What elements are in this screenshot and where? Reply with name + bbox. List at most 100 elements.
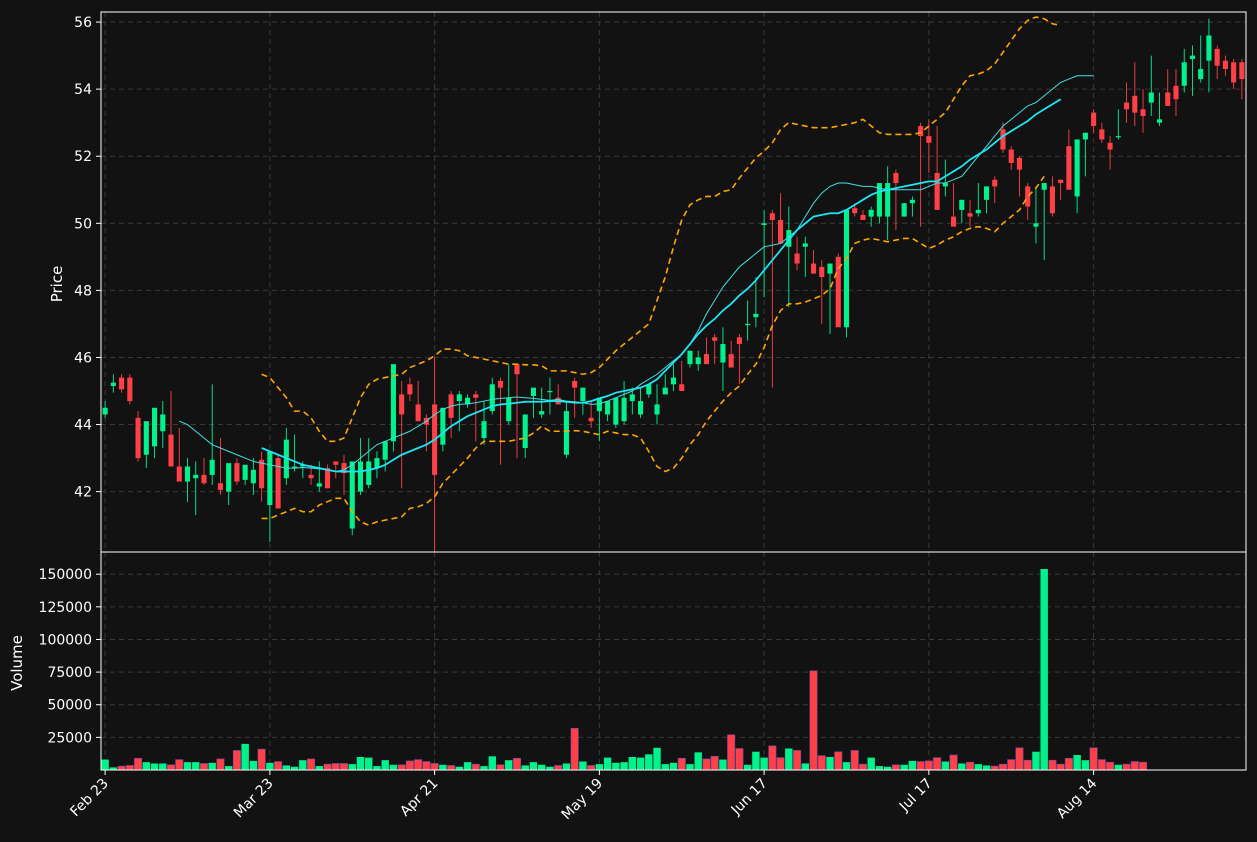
volume-tick-label: 125000 — [39, 600, 92, 616]
candle-body — [901, 203, 907, 217]
candle-body — [1222, 60, 1228, 70]
candle-body — [621, 397, 627, 422]
candle-body — [778, 219, 784, 244]
candle-body — [1074, 139, 1080, 197]
volume-bar — [150, 763, 159, 770]
candle-body — [333, 461, 339, 465]
candle-body — [572, 380, 578, 388]
candle-body — [160, 414, 166, 432]
candle-body — [308, 474, 314, 479]
candle-body — [885, 183, 891, 217]
volume-bar — [958, 763, 966, 770]
volume-bar — [990, 765, 999, 771]
candle-body — [687, 350, 693, 365]
candle-body — [407, 384, 413, 395]
candle-body — [176, 466, 182, 482]
candle-body — [736, 337, 742, 345]
candle-body — [267, 451, 273, 506]
candle-body — [1016, 157, 1023, 170]
volume-bar — [447, 765, 456, 771]
volume-bar — [1130, 761, 1139, 771]
candle-body — [110, 382, 116, 386]
volume-bar — [974, 764, 982, 770]
price-tick-label: 54 — [74, 82, 92, 98]
volume-bar — [232, 750, 241, 771]
volume-bar — [1081, 760, 1090, 770]
candle-body — [918, 126, 924, 137]
volume-bar — [735, 748, 744, 771]
volume-bar — [653, 747, 661, 770]
candle-body — [168, 434, 174, 467]
volume-bar — [661, 764, 669, 770]
candle-body — [242, 464, 248, 480]
candle-body — [753, 313, 759, 318]
candle-body — [415, 404, 421, 422]
volume-bar — [686, 764, 694, 770]
volume-bar — [785, 748, 793, 770]
candle-body — [440, 407, 446, 445]
volume-bar — [192, 762, 200, 770]
volume-bar — [266, 762, 274, 770]
volume-bar — [159, 763, 167, 770]
candle-body — [843, 209, 850, 328]
candle-body — [530, 387, 537, 397]
volume-bar — [562, 763, 571, 770]
volume-bar — [916, 761, 925, 771]
candle-body — [992, 179, 998, 187]
volume-bar — [422, 761, 431, 771]
volume-bar — [471, 763, 480, 771]
volume-bar — [694, 752, 702, 770]
candle-body — [695, 357, 701, 365]
volume-bar — [628, 756, 637, 770]
candle-body — [819, 266, 825, 277]
candle-body — [975, 209, 981, 214]
candle-body — [1140, 109, 1146, 116]
candle-body — [184, 466, 191, 482]
candle-body — [679, 384, 685, 392]
volume-bar — [867, 757, 875, 770]
volume-bar — [933, 757, 942, 771]
volume-bar — [793, 750, 802, 771]
candle-body — [316, 483, 322, 487]
volume-bar — [339, 763, 349, 771]
candle-body — [934, 172, 940, 210]
candle-body — [670, 377, 677, 385]
volume-bar — [719, 759, 727, 770]
volume-bar — [1097, 759, 1106, 771]
candle-body — [1082, 132, 1088, 140]
volume-bar — [1139, 761, 1148, 771]
candle-body — [810, 263, 817, 274]
candle-body — [127, 377, 133, 402]
volume-bar — [1015, 747, 1024, 771]
candle-body — [967, 213, 973, 217]
candle-body — [1049, 186, 1055, 214]
volume-bar — [743, 764, 752, 770]
candle-body — [1107, 142, 1113, 150]
volume-bar — [1114, 764, 1123, 770]
volume-tick-label: 75000 — [47, 665, 92, 681]
volume-bar — [1106, 761, 1115, 771]
volume-bar — [389, 764, 398, 770]
price-tick-label: 48 — [74, 283, 92, 299]
candle-body — [959, 199, 965, 210]
candle-body — [399, 394, 405, 415]
candle-body — [588, 417, 594, 422]
volume-bar — [595, 764, 604, 770]
volume-bar — [101, 759, 109, 770]
price-tick-label: 44 — [74, 418, 92, 434]
candle-body — [1206, 35, 1212, 61]
candle-body — [926, 136, 932, 143]
candle-body — [662, 387, 668, 395]
volume-tick-label: 25000 — [47, 730, 92, 746]
volume-bar — [817, 755, 826, 771]
candle-body — [1033, 223, 1039, 227]
volume-bar — [249, 760, 258, 770]
volume-bar — [1048, 759, 1057, 771]
volume-bar — [365, 757, 373, 770]
volume-bar — [587, 765, 596, 771]
candle-body — [720, 344, 726, 363]
candle-body — [1181, 62, 1187, 86]
volume-bar — [949, 754, 958, 771]
price-tick-label: 50 — [74, 216, 92, 232]
candle-body — [1000, 129, 1006, 150]
